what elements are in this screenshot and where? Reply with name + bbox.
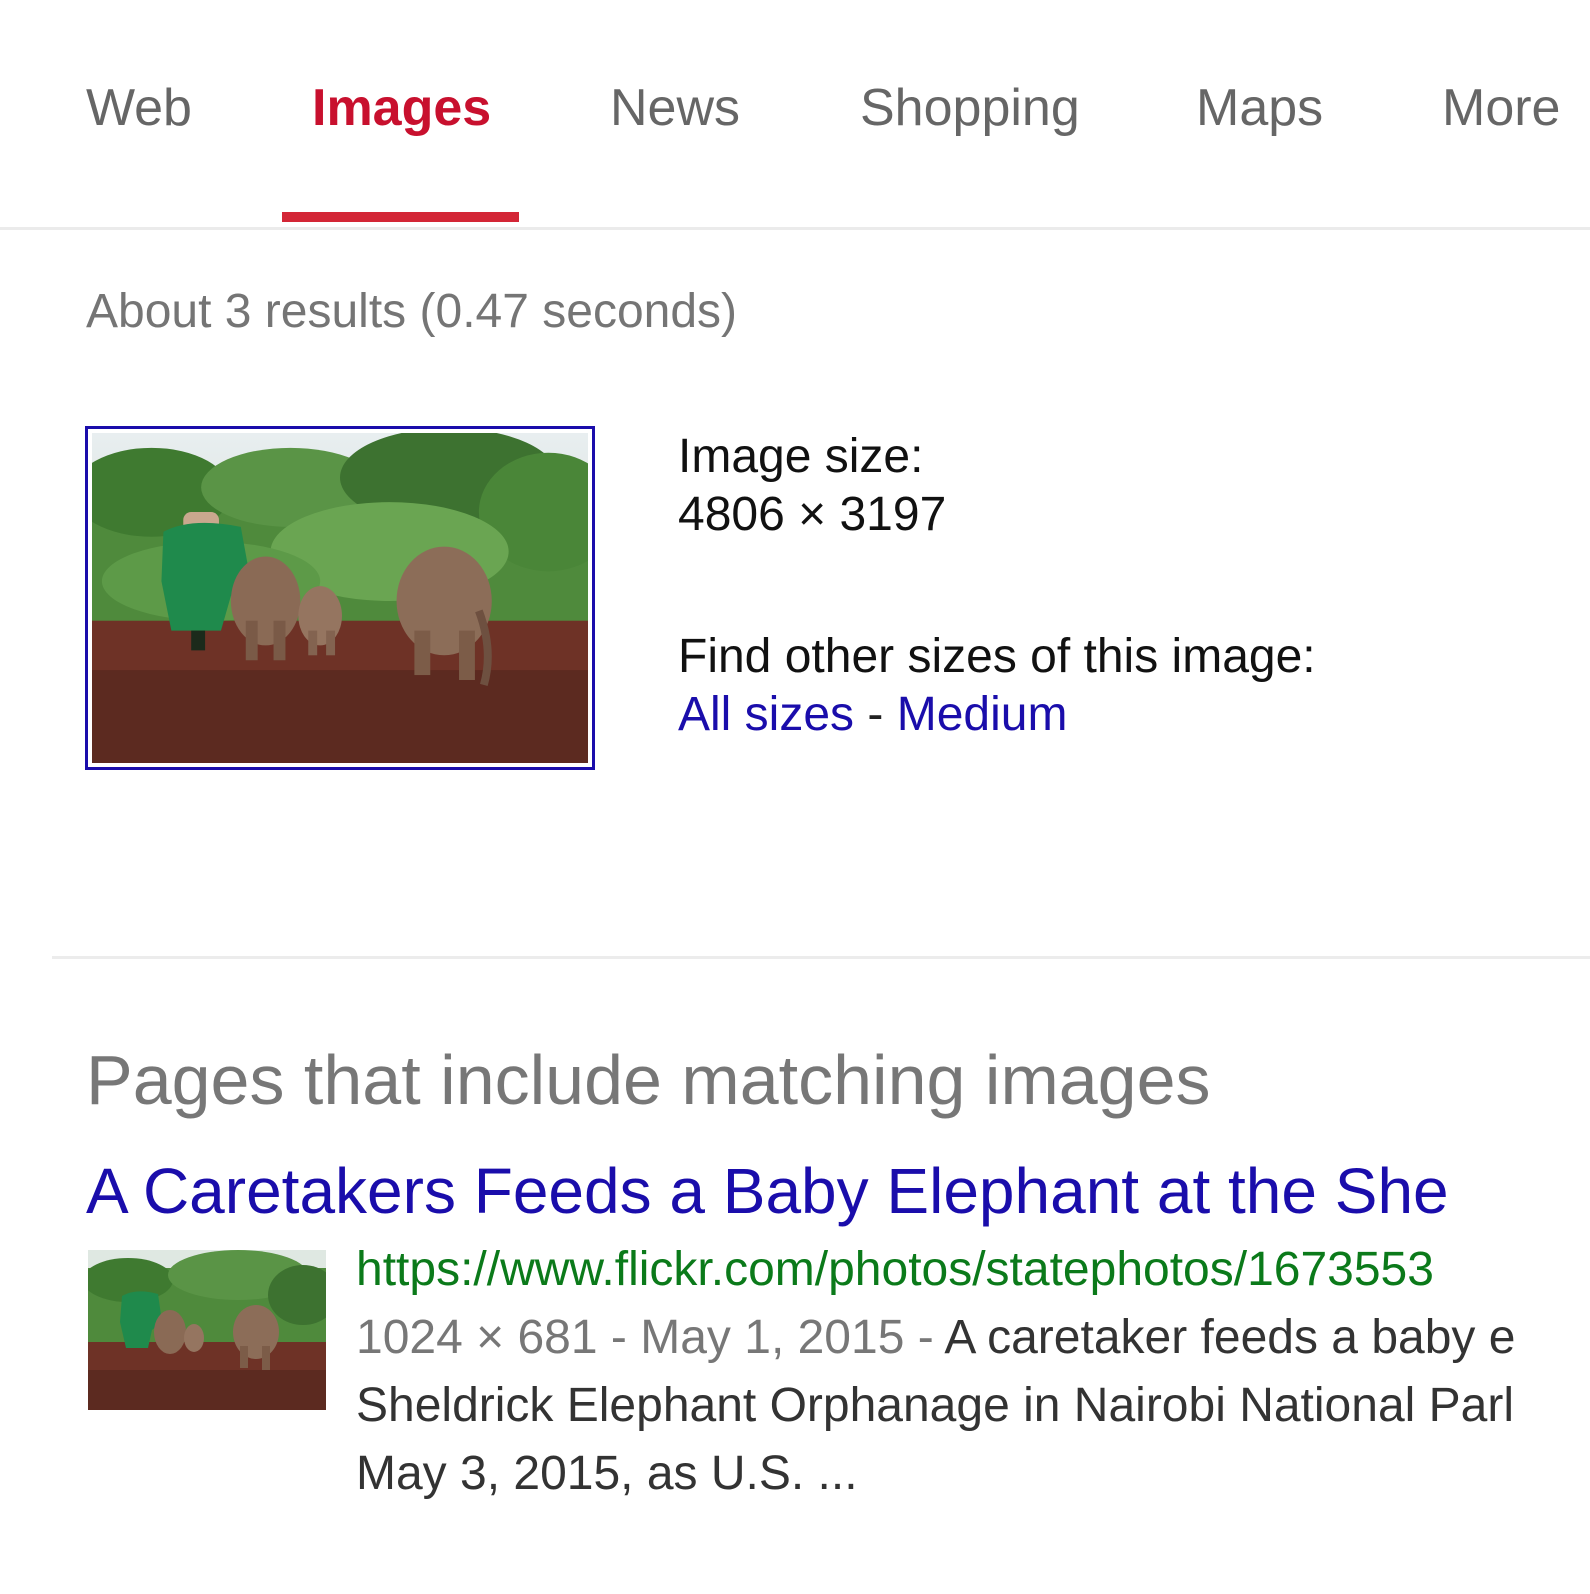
link-separator: - <box>867 688 884 741</box>
find-sizes-label: Find other sizes of this image: <box>678 630 1316 683</box>
result-thumbnail[interactable] <box>88 1250 326 1410</box>
result-meta: 1024 × 681 - May 1, 2015 - <box>356 1311 945 1364</box>
image-size-label: Image size: <box>678 430 924 483</box>
image-info: Image size: 4806 × 3197 Find other sizes… <box>678 428 1316 744</box>
result-body: https://www.flickr.com/photos/statephoto… <box>356 1236 1590 1508</box>
active-tab-indicator <box>282 212 519 222</box>
tab-maps[interactable]: Maps <box>1196 78 1323 138</box>
result-snippet-line-1: A caretaker feeds a baby e <box>944 1311 1516 1364</box>
result-snippet-line-3: May 3, 2015, as U.S. ... <box>356 1447 858 1500</box>
image-size-value: 4806 × 3197 <box>678 488 947 541</box>
tab-images[interactable]: Images <box>312 78 491 138</box>
elephant-photo <box>92 433 588 763</box>
all-sizes-link[interactable]: All sizes <box>678 688 854 741</box>
result-url[interactable]: https://www.flickr.com/photos/statephoto… <box>356 1243 1434 1296</box>
result-snippet-line-2: Sheldrick Elephant Orphanage in Nairobi … <box>356 1379 1514 1432</box>
result-stats: About 3 results (0.47 seconds) <box>86 285 738 338</box>
medium-size-link[interactable]: Medium <box>897 688 1068 741</box>
tab-news[interactable]: News <box>610 78 740 138</box>
size-links: All sizes - Medium <box>678 686 1316 744</box>
section-heading: Pages that include matching images <box>86 1041 1211 1119</box>
result-title-link[interactable]: A Caretakers Feeds a Baby Elephant at th… <box>86 1154 1590 1228</box>
tab-shopping[interactable]: Shopping <box>860 78 1080 138</box>
tab-web[interactable]: Web <box>86 78 192 138</box>
search-tabs: Web Images News Shopping Maps More <box>0 0 1590 230</box>
section-divider <box>52 956 1590 959</box>
elephant-photo-small <box>88 1250 326 1410</box>
query-image-thumbnail[interactable] <box>85 426 595 770</box>
tab-more[interactable]: More <box>1442 78 1560 138</box>
